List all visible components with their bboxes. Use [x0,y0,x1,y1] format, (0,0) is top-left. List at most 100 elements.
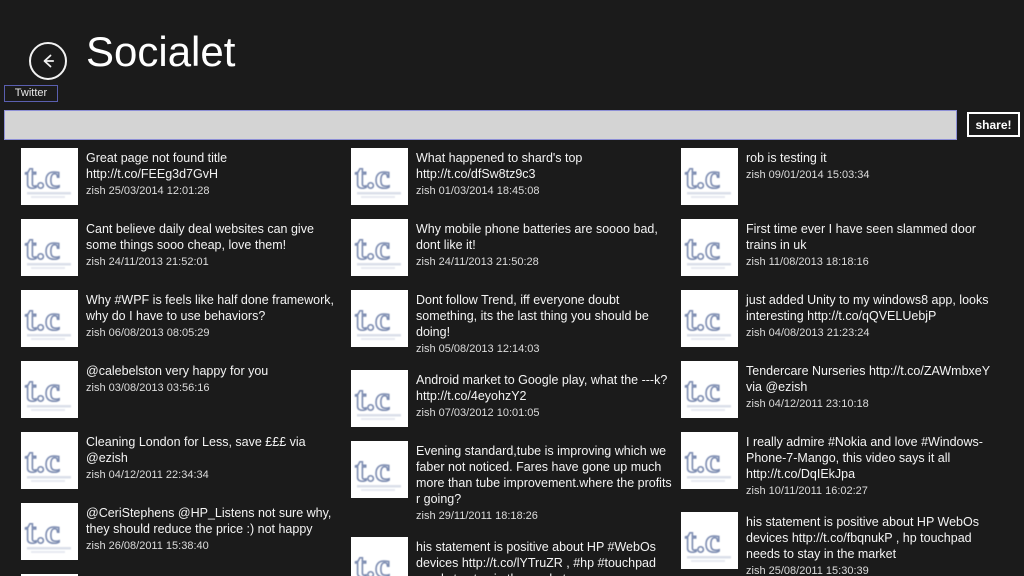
tweet-body: Why mobile phone batteries are soooo bad… [408,219,676,270]
svg-text:t.c: t.c [355,381,390,418]
tweet-body: @calebelston very happy for you zish 03/0… [78,361,346,396]
page-title: Socialet [86,28,236,75]
tweet-item[interactable]: t.c Great page not found title http://t.c… [21,148,346,206]
tweet-item[interactable]: t.c Tendercare Nurseries http://t.co/ZAWm… [681,361,1006,419]
back-icon[interactable] [29,42,67,80]
svg-text:t.c: t.c [685,230,720,267]
tweet-text: Cleaning London for Less, save £££ via @… [86,435,306,465]
tweet-meta: zish 11/08/2013 18:18:16 [746,256,869,268]
tweet-meta: zish 24/11/2013 21:52:01 [86,256,209,268]
tweet-item[interactable]: t.c his statement is positive about HP We… [681,512,1006,576]
svg-text:t.c: t.c [25,514,60,551]
tc-logo-avatar: t.c [21,148,78,205]
tweet-item[interactable]: t.c Android market to Google play, what t… [351,370,676,428]
tweet-item[interactable]: t.c @CeriStephens @HP_Listens not sure wh… [21,503,346,561]
tweet-item[interactable]: t.c Dont follow Trend, iff everyone doubt… [351,290,676,357]
svg-text:t.c: t.c [685,301,720,338]
tc-logo-avatar: t.c [21,290,78,347]
tweet-item[interactable]: t.c First time ever I have seen slammed d… [681,219,1006,277]
tc-logo-avatar: t.c [21,503,78,560]
tc-logo-avatar: t.c [21,432,78,489]
tweet-body: Dont follow Trend, iff everyone doubt so… [408,290,676,357]
tweet-meta: zish 04/12/2011 23:10:18 [746,398,869,410]
tweet-text: First time ever I have seen slammed door… [746,222,976,252]
compose-row: share! [0,110,1024,142]
tweet-text: Why #WPF is feels like half done framewo… [86,293,334,323]
tweet-meta: zish 10/11/2011 16:02:27 [746,485,868,497]
tweet-item[interactable]: t.c I really admire #Nokia and love #Wind… [681,432,1006,499]
tweet-item[interactable]: t.c Why mobile phone batteries are soooo … [351,219,676,277]
tweet-text: Tendercare Nurseries http://t.co/ZAWmbxe… [746,364,990,394]
tweet-meta: zish 07/03/2012 10:01:05 [416,407,540,419]
tweet-meta: zish 29/11/2011 18:18:26 [416,510,538,522]
svg-text:t.c: t.c [685,523,720,560]
tweet-meta: zish 03/08/2013 03:56:16 [86,382,210,394]
compose-input[interactable] [4,110,957,140]
svg-text:t.c: t.c [685,159,720,196]
tweet-meta: zish 05/08/2013 12:14:03 [416,343,540,355]
feed-column: t.c rob is testing it zish 09/01/2014 15:0… [681,148,1006,576]
tweet-text: his statement is positive about HP #WebO… [416,540,656,576]
tc-logo-avatar: t.c [681,148,738,205]
tweet-body: Why #WPF is feels like half done framewo… [78,290,346,341]
svg-text:t.c: t.c [355,548,390,576]
tweet-item[interactable]: t.c Evening standard,tube is improving wh… [351,441,676,524]
source-tag-twitter[interactable]: Twitter [4,85,58,102]
tweet-meta: zish 04/12/2011 22:34:34 [86,469,209,481]
tweet-meta: zish 06/08/2013 08:05:29 [86,327,210,339]
svg-text:t.c: t.c [355,159,390,196]
svg-text:t.c: t.c [685,443,720,480]
tc-logo-avatar: t.c [21,361,78,418]
tweet-body: his statement is positive about HP #WebO… [408,537,676,576]
tc-logo-avatar: t.c [681,219,738,276]
svg-text:t.c: t.c [355,301,390,338]
tweet-body: Evening standard,tube is improving which… [408,441,676,524]
svg-text:t.c: t.c [25,372,60,409]
tweet-feed[interactable]: t.c Great page not found title http://t.c… [0,148,1024,576]
svg-text:t.c: t.c [355,230,390,267]
tweet-item[interactable]: t.c his statement is positive about HP #W… [351,537,676,576]
tc-logo-avatar: t.c [351,441,408,498]
tweet-meta: zish 01/03/2014 18:45:08 [416,185,540,197]
svg-text:t.c: t.c [355,452,390,489]
tweet-meta: zish 24/11/2013 21:50:28 [416,256,539,268]
svg-text:t.c: t.c [25,301,60,338]
tweet-body: Tendercare Nurseries http://t.co/ZAWmbxe… [738,361,1006,412]
tc-logo-avatar: t.c [351,537,408,576]
tc-logo-avatar: t.c [351,148,408,205]
tweet-body: his statement is positive about HP WebOs… [738,512,1006,576]
tweet-body: Cant believe daily deal websites can giv… [78,219,346,270]
tweet-item[interactable]: t.c Cleaning London for Less, save £££ vi… [21,432,346,490]
tweet-meta: zish 26/08/2011 15:38:40 [86,540,209,552]
socialet-app-window: Socialet Twitter share! t.c Great page no… [0,0,1024,576]
tweet-body: @CeriStephens @HP_Listens not sure why, … [78,503,346,554]
feed-column: t.c What happened to shard's top http://t… [351,148,676,576]
tweet-meta: zish 25/03/2014 12:01:28 [86,185,210,197]
tweet-body: What happened to shard's top http://t.co… [408,148,676,199]
tweet-text: I really admire #Nokia and love #Windows… [746,435,983,481]
tc-logo-avatar: t.c [351,370,408,427]
tc-logo-avatar: t.c [681,290,738,347]
tweet-body: Android market to Google play, what the … [408,370,676,421]
tweet-text: his statement is positive about HP WebOs… [746,515,979,561]
tweet-item[interactable]: t.c @calebelston very happy for you zish 0… [21,361,346,419]
tc-logo-avatar: t.c [21,219,78,276]
tc-logo-avatar: t.c [351,219,408,276]
svg-text:t.c: t.c [25,443,60,480]
svg-text:t.c: t.c [25,230,60,267]
tweet-item[interactable]: t.c Why #WPF is feels like half done fram… [21,290,346,348]
tc-logo-avatar: t.c [681,432,738,489]
tweet-text: Evening standard,tube is improving which… [416,444,672,506]
tweet-item[interactable]: t.c Cant believe daily deal websites can … [21,219,346,277]
tweet-item[interactable]: t.c just added Unity to my windows8 app, … [681,290,1006,348]
svg-text:t.c: t.c [685,372,720,409]
tweet-meta: zish 09/01/2014 15:03:34 [746,169,870,181]
tweet-body: I really admire #Nokia and love #Windows… [738,432,1006,499]
share-button[interactable]: share! [967,112,1020,137]
tweet-text: Cant believe daily deal websites can giv… [86,222,314,252]
tweet-text: just added Unity to my windows8 app, loo… [746,293,989,323]
tweet-item[interactable]: t.c What happened to shard's top http://t… [351,148,676,206]
tweet-body: rob is testing it zish 09/01/2014 15:03:3… [738,148,1006,183]
tweet-item[interactable]: t.c rob is testing it zish 09/01/2014 15:0… [681,148,1006,206]
tweet-text: Great page not found title http://t.co/F… [86,151,228,181]
